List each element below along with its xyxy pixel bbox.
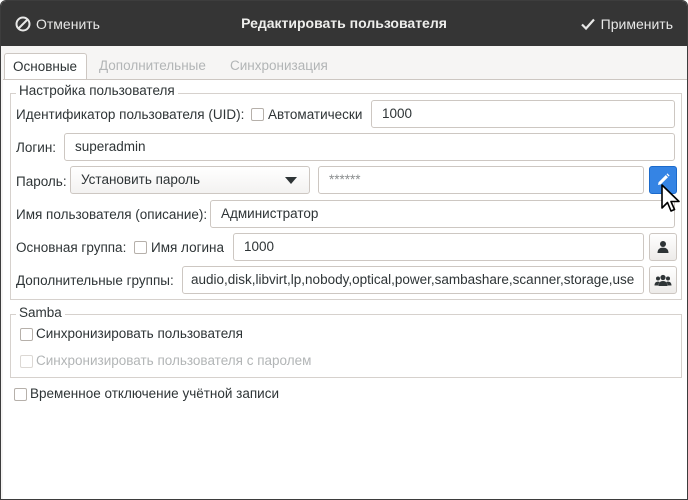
users-group-icon <box>654 274 672 286</box>
uid-input[interactable]: 1000 <box>371 100 675 128</box>
sync-user-label: Синхронизировать пользователя <box>36 326 243 341</box>
primary-group-same-login-label: Имя логина <box>151 240 225 255</box>
apply-label: Применить <box>600 16 673 32</box>
apply-button[interactable]: Применить <box>580 11 673 37</box>
password-label: Пароль: <box>16 174 67 189</box>
chevron-down-icon <box>285 177 297 184</box>
login-label: Логин: <box>16 140 57 155</box>
user-settings-legend: Настройка пользователя <box>16 83 178 98</box>
header-bar: Отменить Редактировать пользователя Прим… <box>1 1 687 46</box>
extra-groups-label: Дополнительные группы: <box>16 273 174 288</box>
samba-legend: Samba <box>16 305 65 320</box>
login-input[interactable]: superadmin <box>64 133 675 161</box>
user-icon <box>657 241 669 253</box>
tab-sync[interactable]: Синхронизация <box>222 53 336 79</box>
primary-group-input[interactable]: 1000 <box>233 233 644 261</box>
uid-auto-label: Автоматически <box>268 107 363 122</box>
password-mode-value: Установить пароль <box>81 172 201 187</box>
tab-general[interactable]: Основные <box>4 53 87 79</box>
password-input[interactable]: ****** <box>318 166 644 194</box>
sync-user-checkbox[interactable] <box>20 328 33 341</box>
select-extra-groups-button[interactable] <box>649 266 677 294</box>
primary-group-same-login-checkbox[interactable] <box>134 241 147 254</box>
sync-password-label: Синхронизировать пользователя с паролем <box>36 353 312 368</box>
uid-auto-checkbox[interactable] <box>251 108 264 121</box>
description-label: Имя пользователя (описание): <box>16 207 208 222</box>
tab-advanced[interactable]: Дополнительные <box>91 53 214 79</box>
tab-bar: Основные Дополнительные Синхронизация <box>4 53 685 79</box>
sync-password-checkbox[interactable] <box>20 355 33 368</box>
disable-account-checkbox[interactable] <box>14 388 27 401</box>
extra-groups-input[interactable]: audio,disk,libvirt,lp,nobody,optical,pow… <box>182 266 644 294</box>
uid-label: Идентификатор пользователя (UID): <box>16 107 245 122</box>
mouse-cursor-icon <box>661 184 680 212</box>
primary-group-label: Основная группа: <box>16 240 127 255</box>
disable-account-label: Временное отключение учётной записи <box>30 386 280 401</box>
dialog-content: Основные Дополнительные Синхронизация На… <box>2 46 687 499</box>
description-input[interactable]: Администратор <box>210 200 675 228</box>
check-icon <box>580 18 595 31</box>
edit-user-dialog: Отменить Редактировать пользователя Прим… <box>0 0 688 500</box>
tab-page-general: Настройка пользователя Идентификатор пол… <box>3 80 687 499</box>
password-mode-dropdown[interactable]: Установить пароль <box>70 166 310 194</box>
samba-frame <box>10 314 682 378</box>
select-primary-group-button[interactable] <box>649 233 677 261</box>
